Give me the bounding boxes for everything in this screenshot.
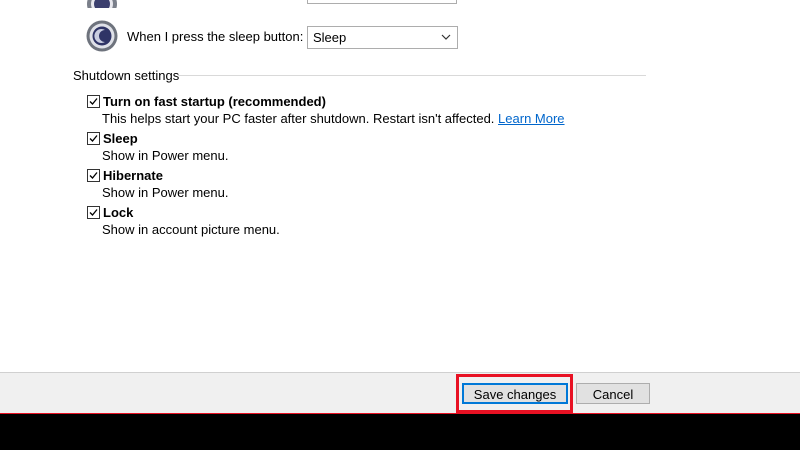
moon-power-icon (86, 20, 118, 52)
power-button-select[interactable] (307, 0, 457, 4)
fast-startup-description: This helps start your PC faster after sh… (102, 111, 565, 126)
sleep-button-select-value: Sleep (313, 30, 347, 45)
learn-more-link[interactable]: Learn More (498, 111, 564, 126)
fast-startup-description-text: This helps start your PC faster after sh… (102, 111, 495, 126)
lock-description: Show in account picture menu. (102, 222, 280, 237)
sleep-checkbox[interactable] (87, 132, 100, 145)
hibernate-description: Show in Power menu. (102, 185, 229, 200)
fast-startup-label[interactable]: Turn on fast startup (recommended) (103, 94, 326, 109)
dialog-footer (0, 373, 800, 414)
save-changes-button[interactable]: Save changes (462, 383, 568, 404)
chevron-down-icon (440, 31, 452, 43)
fast-startup-checkbox[interactable] (87, 95, 100, 108)
group-divider (178, 75, 646, 76)
power-options-window: When I press the sleep button: Sleep Shu… (0, 0, 800, 450)
moon-power-icon (86, 0, 118, 8)
sleep-label[interactable]: Sleep (103, 131, 138, 146)
hibernate-checkbox[interactable] (87, 169, 100, 182)
cancel-button[interactable]: Cancel (576, 383, 650, 404)
sleep-description: Show in Power menu. (102, 148, 229, 163)
sleep-button-label: When I press the sleep button: (127, 29, 304, 44)
lock-label[interactable]: Lock (103, 205, 133, 220)
lock-checkbox[interactable] (87, 206, 100, 219)
taskbar (0, 414, 800, 450)
shutdown-settings-title: Shutdown settings (73, 68, 180, 83)
sleep-button-select[interactable]: Sleep (307, 26, 458, 49)
hibernate-label[interactable]: Hibernate (103, 168, 163, 183)
